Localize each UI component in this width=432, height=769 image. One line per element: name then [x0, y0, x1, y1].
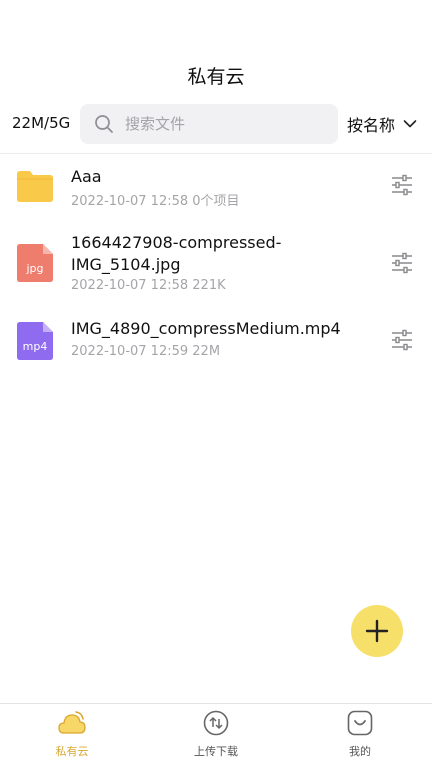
tab-profile[interactable]: 我的 [320, 710, 400, 759]
list-item[interactable]: Aaa 2022-10-07 12:58 0个项目 [0, 160, 432, 226]
list-item[interactable]: jpg 1664427908-compressed-IMG_5104.jpg 2… [0, 228, 432, 298]
sliders-icon[interactable] [390, 174, 414, 196]
list-item[interactable]: mp4 IMG_4890_compressMedium.mp4 2022-10-… [0, 314, 432, 366]
transfer-icon [203, 710, 229, 736]
tab-transfers[interactable]: 上传下载 [176, 710, 256, 759]
folder-icon [17, 171, 53, 202]
sort-label: 按名称 [347, 116, 396, 135]
chevron-down-icon [403, 120, 417, 128]
bottom-tab-bar: 私有云 上传下载 我的 [0, 703, 432, 769]
file-meta: 2022-10-07 12:59 22M [71, 344, 221, 359]
file-badge: jpg [25, 262, 43, 275]
search-icon [95, 115, 113, 133]
mp4-file-icon: mp4 [17, 322, 53, 360]
add-button[interactable] [351, 605, 403, 657]
storage-usage: 22M/5G [12, 114, 71, 132]
tab-label: 上传下载 [194, 745, 238, 758]
file-name: 1664427908-compressed-IMG_5104.jpg [71, 233, 282, 274]
jpg-file-icon: jpg [17, 244, 53, 282]
sort-dropdown[interactable]: 按名称 [347, 112, 417, 136]
file-badge: mp4 [23, 340, 48, 353]
file-name: Aaa [71, 167, 102, 186]
tab-label: 我的 [349, 745, 371, 758]
divider [0, 153, 432, 154]
sliders-icon[interactable] [390, 329, 414, 351]
file-name: IMG_4890_compressMedium.mp4 [71, 319, 341, 338]
sliders-icon[interactable] [390, 252, 414, 274]
cloud-icon [58, 711, 86, 734]
tab-private-cloud[interactable]: 私有云 [32, 710, 112, 759]
search-bar[interactable] [80, 104, 338, 144]
profile-icon [347, 710, 373, 736]
tab-label: 私有云 [55, 745, 89, 758]
page-title: 私有云 [187, 66, 245, 88]
toolbar: 22M/5G 按名称 [0, 104, 432, 144]
file-meta: 2022-10-07 12:58 0个项目 [71, 194, 240, 209]
plus-icon [365, 619, 389, 643]
file-meta: 2022-10-07 12:58 221K [71, 278, 226, 293]
search-input[interactable] [123, 114, 327, 134]
